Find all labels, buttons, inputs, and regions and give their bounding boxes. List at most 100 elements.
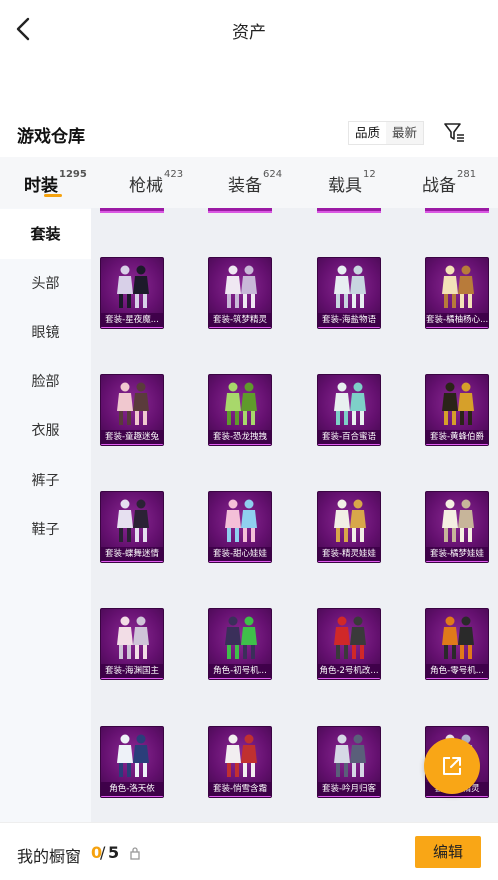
sort-quality-button[interactable]: 品质: [349, 122, 387, 144]
asset-page: 资产 游戏仓库 品质 最新 时装1295 枪械423 装备624 载具12 战备…: [0, 0, 498, 880]
item-tile[interactable]: 角色-零号机...: [425, 608, 489, 680]
item-tile[interactable]: 套装-蝶舞迷情: [100, 491, 164, 563]
item-tile-partial[interactable]: [425, 208, 489, 213]
outfit-thumbnail: [225, 265, 257, 308]
item-tile-partial[interactable]: [208, 208, 272, 213]
item-tile-rarity-bar: [101, 678, 163, 679]
item-tile[interactable]: 角色-初号机...: [208, 608, 272, 680]
item-tile-label: 套装-海渊国主: [101, 664, 163, 679]
outfit-thumbnail: [117, 616, 149, 659]
lock-icon: [129, 845, 141, 860]
item-tile-rarity-bar: [209, 678, 271, 679]
wardrobe-bar: 我的橱窗 0 / 5 编辑: [0, 822, 498, 880]
item-tile[interactable]: 套装-海盐物语: [317, 257, 381, 329]
item-tile[interactable]: 套装-悄雪含霜: [208, 726, 272, 798]
sidebar-item-head[interactable]: 头部: [0, 259, 91, 309]
sort-toggle: 品质 最新: [348, 121, 425, 145]
sidebar-item-pants[interactable]: 裤子: [0, 456, 91, 506]
item-grid: 套装-星夜魔... 套装-筑梦精灵 套装-海盐物语 套装-橘柚杨心... 套装-童趣迷兔…: [91, 208, 498, 822]
item-tile-label: 套装-蝶舞迷情: [101, 547, 163, 562]
tab-equipment-count: 624: [263, 169, 283, 180]
wardrobe-count-max: 5: [108, 843, 120, 862]
tab-supplies[interactable]: 战备281: [422, 169, 477, 196]
tab-equipment[interactable]: 装备624: [228, 169, 283, 196]
outfit-thumbnail: [117, 265, 149, 308]
item-tile-rarity-bar: [318, 796, 380, 797]
page-title: 资产: [232, 23, 266, 43]
warehouse-title: 游戏仓库: [17, 127, 85, 147]
item-tile-rarity-bar: [101, 561, 163, 562]
item-tile-label: 套装-百合蜜语: [318, 430, 380, 445]
outfit-thumbnail: [117, 734, 149, 777]
item-tile-rarity-bar: [426, 561, 488, 562]
item-tile[interactable]: 套装-百合蜜语: [317, 374, 381, 446]
item-tile[interactable]: 套装-筑梦精灵: [208, 257, 272, 329]
item-tile-rarity-bar: [318, 561, 380, 562]
item-tile-rarity-bar: [101, 796, 163, 797]
item-tile[interactable]: 套装-精灵娃娃: [317, 491, 381, 563]
item-tile-partial[interactable]: [317, 208, 381, 213]
item-tile-partial[interactable]: [100, 208, 164, 213]
item-tile-rarity-bar: [426, 796, 488, 797]
item-tile-rarity-bar: [209, 327, 271, 328]
outfit-thumbnail: [117, 499, 149, 542]
active-tab-indicator: [44, 194, 62, 197]
sidebar-item-suit[interactable]: 套装: [0, 209, 91, 259]
tab-fashion[interactable]: 时装1295: [24, 169, 87, 196]
item-tile[interactable]: 套装-橘梦娃娃: [425, 491, 489, 563]
outfit-thumbnail: [442, 616, 474, 659]
tab-fashion-count: 1295: [59, 169, 87, 180]
outfit-thumbnail: [442, 265, 474, 308]
item-tile[interactable]: 套装-橘柚杨心...: [425, 257, 489, 329]
tab-vehicles-count: 12: [363, 169, 376, 180]
tab-weapons[interactable]: 枪械423: [129, 169, 183, 196]
item-tile-label: 套装-精灵娃娃: [318, 547, 380, 562]
item-tile-rarity-bar: [318, 678, 380, 679]
item-tile[interactable]: 套装-恐龙拽拽: [208, 374, 272, 446]
item-tile-label: 套装-恐龙拽拽: [209, 430, 271, 445]
item-tile-rarity-bar: [101, 327, 163, 328]
sidebar-item-glasses[interactable]: 眼镜: [0, 308, 91, 358]
item-tile-label: 套装-海盐物语: [318, 313, 380, 328]
sidebar-item-shoes[interactable]: 鞋子: [0, 505, 91, 555]
outfit-thumbnail: [225, 734, 257, 777]
share-button[interactable]: [424, 738, 480, 794]
edit-button[interactable]: 编辑: [415, 836, 481, 868]
item-tile-rarity-bar: [101, 444, 163, 445]
item-tile[interactable]: 角色-2号机改...: [317, 608, 381, 680]
item-tile[interactable]: 套装-童趣迷兔: [100, 374, 164, 446]
wardrobe-count-separator: /: [100, 843, 106, 862]
item-tile-label: 套装-童趣迷兔: [101, 430, 163, 445]
top-bar: 资产: [0, 0, 498, 58]
item-tile[interactable]: 套装-甜心娃娃: [208, 491, 272, 563]
item-tile-label: 角色-洛天依: [101, 782, 163, 797]
tab-vehicles[interactable]: 载具12: [328, 169, 376, 196]
item-tile-label: 套装-黄蜂伯爵: [426, 430, 488, 445]
outfit-thumbnail: [225, 499, 257, 542]
item-tile-rarity-bar: [209, 796, 271, 797]
item-tile[interactable]: 套装-星夜魔...: [100, 257, 164, 329]
item-tile-rarity-bar: [209, 561, 271, 562]
sidebar-item-clothes[interactable]: 衣服: [0, 406, 91, 456]
item-tile-rarity-bar: [426, 678, 488, 679]
item-tile-label: 角色-初号机...: [209, 664, 271, 679]
item-tile-label: 套装-橘柚杨心...: [426, 313, 488, 328]
item-tile[interactable]: 套装-海渊国主: [100, 608, 164, 680]
tab-supplies-count: 281: [457, 169, 477, 180]
item-tile[interactable]: 套装-黄蜂伯爵: [425, 374, 489, 446]
filter-icon[interactable]: [442, 120, 466, 144]
item-tile-label: 套装-悄雪含霜: [209, 782, 271, 797]
item-tile-label: 套装-橘梦娃娃: [426, 547, 488, 562]
item-tile-label: 角色-零号机...: [426, 664, 488, 679]
sort-latest-button[interactable]: 最新: [386, 122, 423, 144]
tab-weapons-label: 枪械: [129, 176, 163, 196]
item-tile-label: 套装-星夜魔...: [101, 313, 163, 328]
wardrobe-label: 我的橱窗: [17, 847, 82, 866]
sidebar-item-face[interactable]: 脸部: [0, 357, 91, 407]
tab-equipment-label: 装备: [228, 176, 262, 196]
item-tile[interactable]: 角色-洛天依: [100, 726, 164, 798]
outfit-thumbnail: [334, 499, 366, 542]
item-tile-rarity-bar: [318, 444, 380, 445]
share-icon: [443, 757, 461, 775]
item-tile[interactable]: 套装-吟月归客: [317, 726, 381, 798]
